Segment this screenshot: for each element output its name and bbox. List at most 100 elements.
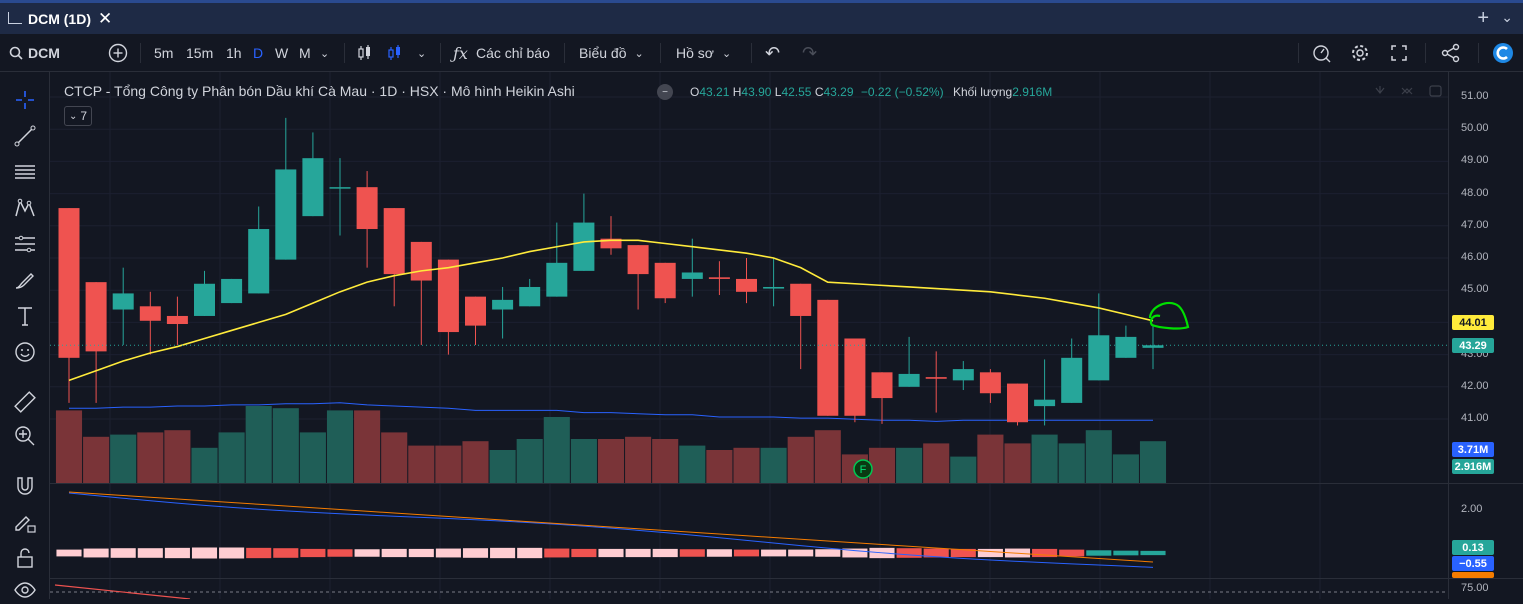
chevron-down-icon[interactable]: ⌄: [1501, 9, 1513, 26]
profile-menu-button[interactable]: Hồ sơ ⌄: [676, 34, 731, 72]
volume-bar: [435, 445, 462, 483]
volume-bar: [923, 443, 950, 483]
candle-body: [275, 169, 297, 260]
zoom-tool[interactable]: [11, 422, 39, 450]
histogram-bar: [273, 548, 299, 558]
moving-average-line: [68, 239, 1154, 382]
toolbar-divider: [751, 43, 752, 63]
indicators-button[interactable]: ƒx Các chỉ báo: [453, 34, 550, 72]
open-value: 43.21: [699, 85, 730, 99]
histogram-bar: [923, 548, 949, 558]
horizontal-lines-tool[interactable]: [11, 158, 39, 186]
histogram-bar: [815, 549, 841, 557]
histogram-bar: [733, 549, 760, 557]
signal-line-blue: [68, 492, 1154, 568]
histogram-bar: [761, 549, 787, 557]
bar-style-button[interactable]: [356, 34, 374, 72]
volume-bar: [516, 439, 543, 483]
high-value: 43.90: [741, 85, 772, 99]
financials-marker[interactable]: F: [853, 459, 873, 479]
toolbar-divider: [344, 43, 345, 63]
toolbar-divider: [140, 43, 141, 63]
indicators-collapse-button[interactable]: ⌄ 7: [64, 106, 92, 126]
trend-line-icon: [14, 125, 36, 147]
histogram-bar: [896, 548, 922, 558]
candle-body: [736, 278, 757, 292]
redo-button[interactable]: ↷: [802, 34, 817, 72]
horizontal-lines-icon: [15, 165, 35, 179]
lock-icon: [17, 548, 33, 568]
histogram-bar: [56, 549, 82, 557]
brush-tool[interactable]: [11, 266, 39, 294]
histogram-bar: [490, 547, 516, 559]
volume-bar: [245, 406, 272, 483]
toolbar-divider: [1298, 43, 1299, 63]
brush-icon: [15, 273, 34, 289]
pane-controls[interactable]: [1375, 85, 1442, 97]
crosshair-tool[interactable]: [11, 86, 39, 114]
volume-bar: [706, 450, 733, 483]
symbol-search-button[interactable]: DCM: [9, 34, 60, 72]
histogram-bar: [598, 548, 624, 558]
undo-button[interactable]: ↶: [765, 34, 780, 72]
text-icon: [18, 307, 32, 326]
indicator-axis-tick: 2.00: [1461, 503, 1483, 515]
lock-all-tool[interactable]: [11, 544, 39, 572]
candle-body: [844, 338, 866, 416]
price-axis-tick: 50.00: [1461, 122, 1489, 135]
toolbar-divider: [1425, 43, 1426, 63]
interval-m[interactable]: M: [299, 34, 311, 72]
candle-body: [248, 229, 270, 294]
histogram-bar: [679, 549, 705, 557]
chart-icon: [8, 12, 22, 24]
interval-dropdown[interactable]: ⌄: [320, 34, 329, 72]
fullscreen-button[interactable]: [1390, 34, 1408, 72]
histogram-bar: [191, 547, 218, 559]
volume-bar: [787, 436, 814, 483]
compare-button[interactable]: [108, 34, 128, 72]
candle-body: [410, 241, 432, 281]
interval-5m[interactable]: 5m: [154, 34, 173, 72]
ruler-tool[interactable]: [11, 388, 39, 416]
share-button[interactable]: [1441, 34, 1461, 72]
histogram-bar: [246, 547, 272, 559]
candle-body: [492, 299, 514, 310]
window-titlebar: DCM (1D) ✕ + ⌄: [0, 0, 1523, 34]
histogram-bar: [652, 548, 678, 558]
volume-bar: [896, 447, 923, 483]
undo-icon: ↶: [765, 42, 781, 63]
legend-toggle-button[interactable]: −: [657, 84, 673, 100]
volume-bar: [543, 417, 570, 483]
price-axis-tick: 46.00: [1461, 251, 1489, 263]
trend-line-tool[interactable]: [11, 122, 39, 150]
emoji-tool[interactable]: [11, 338, 39, 366]
hide-drawings-tool[interactable]: [11, 576, 39, 604]
settings-button[interactable]: [1350, 34, 1370, 72]
price-axis-tick: 45.00: [1461, 283, 1489, 296]
close-tab-icon[interactable]: ✕: [98, 9, 112, 29]
pattern-tool[interactable]: [11, 194, 39, 222]
pencil-lock-icon: [15, 516, 36, 533]
chart-grid: [50, 72, 1448, 599]
text-tool[interactable]: [11, 302, 39, 330]
low-value: 42.55: [781, 85, 812, 99]
interval-15m[interactable]: 15m: [186, 34, 213, 72]
add-tab-icon[interactable]: +: [1477, 7, 1489, 30]
chart-menu-button[interactable]: Biểu đồ ⌄: [579, 34, 644, 72]
price-axis-tick: 42.00: [1461, 379, 1489, 392]
replay-button[interactable]: [1312, 34, 1332, 72]
interval-w[interactable]: W: [275, 34, 288, 72]
interval-d[interactable]: D: [253, 34, 263, 72]
volume-bars: [55, 406, 1167, 483]
price-axis-tick: 49.00: [1461, 154, 1489, 167]
lock-drawing-tool[interactable]: [11, 508, 39, 536]
candle-body: [166, 315, 188, 325]
zoom-in-icon: [15, 426, 35, 446]
fib-tool[interactable]: [11, 230, 39, 258]
magnet-tool[interactable]: [11, 472, 39, 500]
heikin-ashi-button[interactable]: [386, 34, 404, 72]
indicator-count: 7: [80, 109, 88, 123]
interval-1h[interactable]: 1h: [226, 34, 242, 72]
chart-type-dropdown[interactable]: ⌄: [417, 34, 426, 72]
volume-bar: [814, 430, 841, 483]
